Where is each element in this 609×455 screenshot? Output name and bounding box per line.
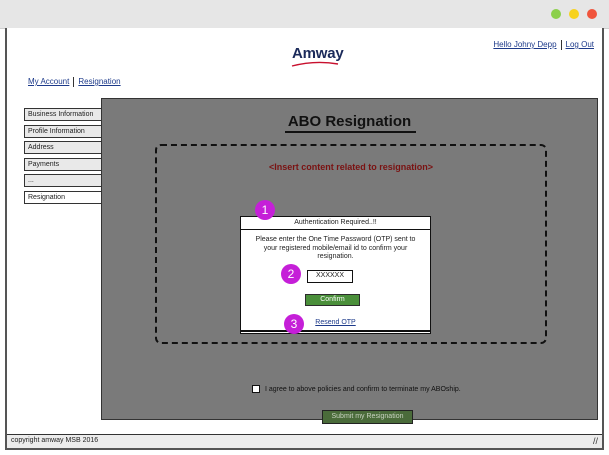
breadcrumb: My Account Resignation bbox=[28, 77, 121, 87]
user-links: Hello Johny Depp Log Out bbox=[493, 40, 594, 50]
dialog-footer-divider bbox=[241, 330, 430, 332]
sidebar-item-business-information[interactable]: Business Information bbox=[24, 108, 102, 121]
sidebar-nav: Business Information Profile Information… bbox=[24, 108, 102, 207]
breadcrumb-resignation[interactable]: Resignation bbox=[78, 77, 120, 86]
maximize-window-button[interactable] bbox=[569, 9, 579, 19]
sidebar-item-address[interactable]: Address bbox=[24, 141, 102, 154]
agree-row: I agree to above policies and confirm to… bbox=[252, 385, 461, 393]
otp-dialog: Authentication Required..!! Please enter… bbox=[240, 216, 431, 334]
agree-checkbox[interactable] bbox=[252, 385, 260, 393]
page-title: ABO Resignation bbox=[287, 113, 412, 130]
window-titlebar bbox=[0, 0, 609, 29]
resend-otp-link[interactable]: Resend OTP bbox=[241, 319, 430, 326]
sidebar-item-resignation[interactable]: Resignation bbox=[24, 190, 102, 204]
site-header: Amway Hello Johny Depp Log Out bbox=[7, 28, 602, 98]
annotation-badge-1: 1 bbox=[255, 200, 275, 220]
divider bbox=[560, 40, 562, 50]
resize-grip-icon[interactable]: // bbox=[593, 435, 598, 447]
amway-logo: Amway bbox=[292, 45, 344, 62]
breadcrumb-my-account[interactable]: My Account bbox=[28, 77, 69, 86]
logo-swoosh-icon bbox=[291, 61, 339, 67]
agree-label: I agree to above policies and confirm to… bbox=[265, 385, 461, 393]
browser-content: Amway Hello Johny Depp Log Out My Account… bbox=[5, 28, 604, 450]
footer: copyright amway MSB 2016 // bbox=[7, 434, 602, 448]
submit-resignation-button[interactable]: Submit my Resignation bbox=[322, 410, 413, 424]
sidebar-item-more[interactable]: ... bbox=[24, 174, 102, 187]
sidebar-item-payments[interactable]: Payments bbox=[24, 157, 102, 171]
copyright-text: copyright amway MSB 2016 bbox=[11, 437, 99, 444]
confirm-button[interactable]: Confirm bbox=[305, 294, 360, 306]
logout-link[interactable]: Log Out bbox=[566, 40, 594, 49]
otp-input[interactable]: XXXXXX bbox=[307, 270, 353, 283]
content-placeholder: <Insert content related to resignation> bbox=[268, 162, 434, 172]
main-panel: ABO Resignation <Insert content related … bbox=[101, 98, 598, 424]
minimize-window-button[interactable] bbox=[551, 9, 561, 19]
user-greeting-link[interactable]: Hello Johny Depp bbox=[493, 40, 556, 49]
sidebar-item-profile-information[interactable]: Profile Information bbox=[24, 124, 102, 138]
divider bbox=[73, 77, 75, 87]
title-underline bbox=[285, 131, 416, 133]
annotation-badge-3: 3 bbox=[284, 314, 304, 334]
dialog-message: Please enter the One Time Password (OTP)… bbox=[255, 236, 416, 260]
close-window-button[interactable] bbox=[587, 9, 597, 19]
annotation-badge-2: 2 bbox=[281, 264, 301, 284]
